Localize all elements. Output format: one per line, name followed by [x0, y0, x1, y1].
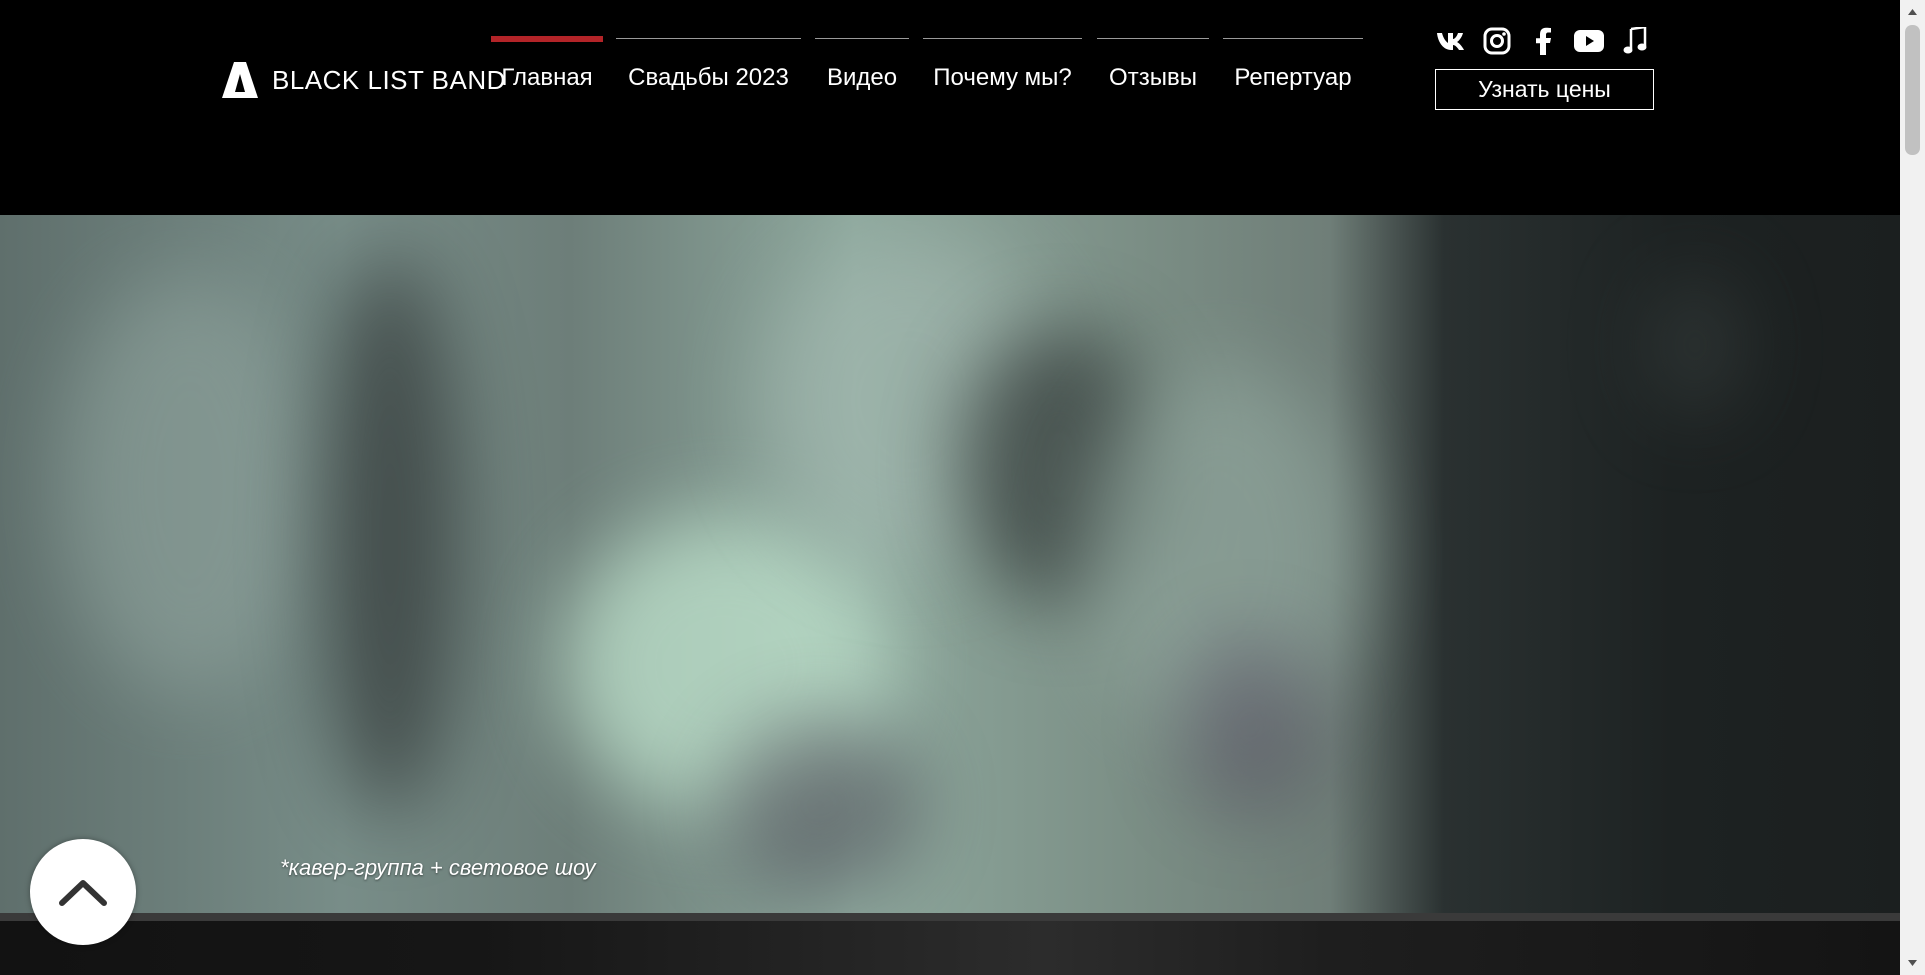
nav-label: Главная — [501, 64, 593, 91]
hero-blur — [60, 275, 320, 695]
scroll-down-arrow-icon[interactable] — [1900, 953, 1925, 973]
nav-item-video[interactable]: Видео — [815, 0, 909, 110]
nav-label: Свадьбы 2023 — [628, 64, 789, 91]
site-header: BLACK LIST BAND Главная Свадьбы 2023 Вид… — [0, 0, 1900, 215]
instagram-icon[interactable] — [1480, 24, 1514, 58]
get-prices-button[interactable]: Узнать цены — [1435, 69, 1654, 110]
facebook-icon[interactable] — [1526, 24, 1560, 58]
scroll-up-arrow-icon[interactable] — [1900, 2, 1925, 22]
nav-label: Почему мы? — [933, 64, 1072, 91]
nav-item-repertoire[interactable]: Репертуар — [1223, 0, 1363, 110]
nav-indicator — [923, 38, 1082, 39]
logo-triangle-icon — [222, 62, 258, 98]
hero-caption: *кавер-группа + световое шоу — [280, 855, 596, 880]
scroll-to-top-button[interactable] — [30, 839, 136, 945]
youtube-icon[interactable] — [1572, 24, 1606, 58]
music-note-icon[interactable] — [1618, 24, 1652, 58]
nav-label: Репертуар — [1234, 64, 1352, 91]
nav-item-reviews[interactable]: Отзывы — [1097, 0, 1209, 110]
nav-label: Отзывы — [1109, 64, 1197, 91]
page-scrollbar[interactable] — [1900, 0, 1925, 975]
chevron-up-icon — [59, 880, 107, 906]
hero-video[interactable]: *кавер-группа + световое шоу — [0, 215, 1900, 913]
hero-blur — [720, 715, 920, 895]
hero-blur — [1650, 275, 1740, 415]
hero-blur — [320, 255, 460, 815]
nav-label: Видео — [826, 64, 898, 91]
nav-indicator — [1223, 38, 1363, 39]
nav-indicator — [1097, 38, 1209, 39]
nav-item-home[interactable]: Главная — [491, 0, 603, 110]
social-links — [1434, 24, 1652, 58]
vk-icon[interactable] — [1434, 24, 1468, 58]
nav-indicator — [815, 38, 909, 39]
brand-logo[interactable]: BLACK LIST BAND — [222, 60, 506, 100]
section-divider — [0, 913, 1900, 921]
hero-blur — [1180, 635, 1320, 815]
nav-item-why-us[interactable]: Почему мы? — [923, 0, 1082, 110]
next-section-preview — [0, 921, 1900, 975]
nav-indicator — [491, 36, 603, 42]
scrollbar-thumb[interactable] — [1905, 25, 1920, 155]
nav-item-weddings-2023[interactable]: Свадьбы 2023 — [616, 0, 801, 110]
nav-indicator — [616, 38, 801, 39]
brand-name: BLACK LIST BAND — [272, 64, 506, 95]
